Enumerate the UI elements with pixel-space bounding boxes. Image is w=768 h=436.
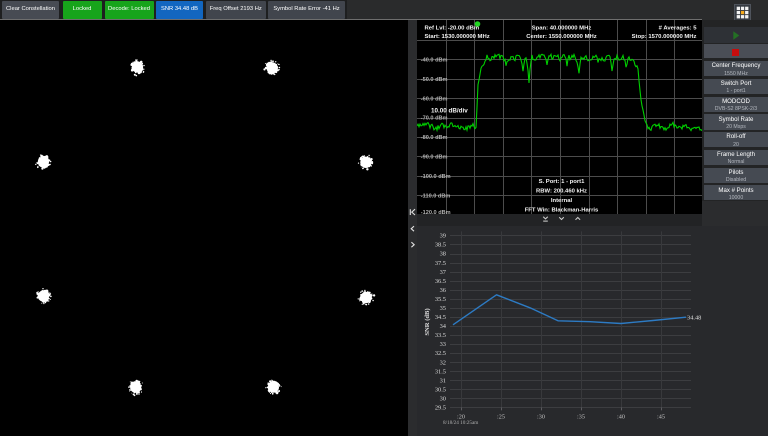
svg-text:31.5: 31.5 (435, 368, 446, 375)
svg-text:Start: 1530.000000 MHz: Start: 1530.000000 MHz (425, 34, 490, 40)
svg-text:33: 33 (440, 341, 446, 348)
svg-text::35: :35 (577, 413, 585, 420)
svg-text:39: 39 (440, 233, 446, 240)
svg-text:Center: 1550.000000 MHz: Center: 1550.000000 MHz (526, 34, 596, 40)
svg-text:10.00 dB/div: 10.00 dB/div (431, 108, 468, 115)
svg-text:FFT Win: Blackman-Harris: FFT Win: Blackman-Harris (525, 207, 599, 213)
svg-text:S. Port: 1 - port1: S. Port: 1 - port1 (539, 179, 586, 185)
svg-text:-50.0 dBm: -50.0 dBm (421, 77, 448, 83)
svg-text:32: 32 (440, 359, 446, 366)
svg-text:34.5: 34.5 (435, 314, 446, 321)
svg-text::45: :45 (657, 413, 665, 420)
svg-text:-40.0 dBm: -40.0 dBm (421, 58, 448, 64)
svg-text:34: 34 (440, 323, 447, 330)
svg-text:Ref Lvl: -20.00 dBm: Ref Lvl: -20.00 dBm (425, 26, 480, 32)
svg-text:# Averages: 5: # Averages: 5 (659, 26, 698, 32)
svg-text:34.48: 34.48 (687, 314, 701, 321)
svg-text:36.5: 36.5 (435, 278, 446, 285)
svg-text:31: 31 (440, 377, 446, 384)
svg-text::25: :25 (497, 413, 505, 420)
svg-text:Internal: Internal (551, 198, 573, 204)
svg-text:32.5: 32.5 (435, 350, 446, 357)
svg-text:38.5: 38.5 (435, 242, 446, 249)
svg-text:33.5: 33.5 (435, 332, 446, 339)
svg-text:8/18/24 10:25am: 8/18/24 10:25am (443, 420, 478, 426)
svg-text:Stop: 1570.000000 MHz: Stop: 1570.000000 MHz (632, 34, 697, 40)
svg-text:SNR (dB): SNR (dB) (424, 308, 431, 335)
svg-text::40: :40 (617, 413, 625, 420)
svg-text:RBW: 200.460 kHz: RBW: 200.460 kHz (536, 189, 587, 195)
svg-text:30: 30 (440, 396, 446, 403)
svg-text:-70.0 dBm: -70.0 dBm (421, 116, 448, 122)
svg-text:Span: 40.000000 MHz: Span: 40.000000 MHz (532, 26, 592, 32)
svg-text:-80.0 dBm: -80.0 dBm (421, 135, 448, 141)
svg-text:36: 36 (440, 287, 446, 294)
svg-text:37: 37 (440, 269, 447, 276)
svg-text:38: 38 (440, 251, 446, 258)
svg-text:37.5: 37.5 (435, 260, 446, 267)
svg-text:35.5: 35.5 (435, 296, 446, 303)
svg-text::30: :30 (537, 413, 545, 420)
svg-text:35: 35 (440, 305, 446, 312)
svg-text:-60.0 dBm: -60.0 dBm (421, 96, 448, 102)
svg-text:-100.0 dBm: -100.0 dBm (421, 174, 451, 180)
svg-text:-90.0 dBm: -90.0 dBm (421, 155, 448, 161)
svg-text:-110.0 dBm: -110.0 dBm (421, 193, 451, 199)
svg-text:29.5: 29.5 (435, 405, 446, 412)
svg-text:30.5: 30.5 (435, 387, 446, 394)
